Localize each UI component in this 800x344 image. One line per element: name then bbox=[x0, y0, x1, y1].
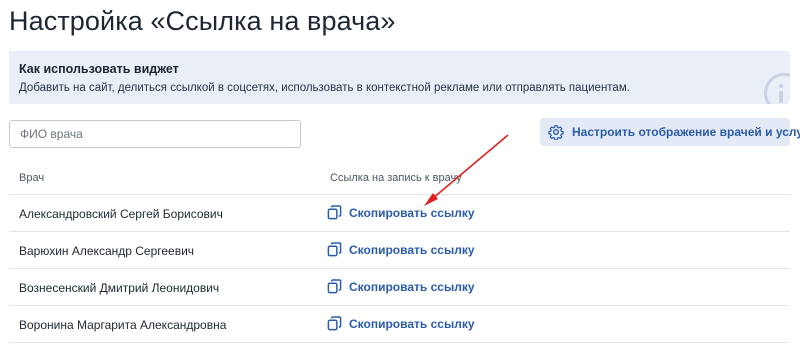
copy-link-button[interactable]: Скопировать ссылку bbox=[327, 205, 475, 220]
gear-icon bbox=[548, 125, 564, 140]
table-row: Воронина Маргарита Александровна Скопиро… bbox=[9, 306, 790, 343]
doctor-search-input[interactable] bbox=[9, 120, 301, 148]
info-banner: Как использовать виджет Добавить на сайт… bbox=[9, 51, 790, 104]
page-title: Настройка «Ссылка на врача» bbox=[9, 6, 396, 36]
configure-display-button[interactable]: Настроить отображение врачей и услуг bbox=[540, 118, 800, 146]
copy-link-label: Скопировать ссылку bbox=[349, 279, 475, 294]
doctor-name: Вознесенский Дмитрий Леонидович bbox=[19, 281, 220, 295]
doctors-table: Врач Ссылка на запись к врачу Александро… bbox=[9, 163, 790, 343]
table-row: Вознесенский Дмитрий Леонидович Скопиров… bbox=[9, 269, 790, 306]
configure-display-button-label: Настроить отображение врачей и услуг bbox=[572, 125, 800, 139]
copy-icon bbox=[327, 316, 342, 331]
info-banner-title: Как использовать виджет bbox=[19, 62, 179, 76]
copy-link-button[interactable]: Скопировать ссылку bbox=[327, 242, 475, 257]
info-banner-text: Добавить на сайт, делиться ссылкой в соц… bbox=[19, 82, 630, 94]
copy-link-label: Скопировать ссылку bbox=[349, 316, 475, 331]
table-row: Варюхин Александр Сергеевич Скопировать … bbox=[9, 232, 790, 269]
table-header: Врач Ссылка на запись к врачу bbox=[9, 163, 790, 195]
copy-icon bbox=[327, 205, 342, 220]
copy-icon bbox=[327, 279, 342, 294]
copy-link-button[interactable]: Скопировать ссылку bbox=[327, 316, 475, 331]
doctor-name: Воронина Маргарита Александровна bbox=[19, 318, 227, 332]
info-icon bbox=[764, 73, 790, 104]
column-header-doctor: Врач bbox=[19, 172, 45, 184]
doctor-name: Александровский Сергей Борисович bbox=[19, 207, 223, 221]
column-header-link: Ссылка на запись к врачу bbox=[330, 172, 462, 184]
table-row: Александровский Сергей Борисович Скопиро… bbox=[9, 195, 790, 232]
copy-link-label: Скопировать ссылку bbox=[349, 242, 475, 257]
doctor-name: Варюхин Александр Сергеевич bbox=[19, 244, 195, 258]
copy-link-button[interactable]: Скопировать ссылку bbox=[327, 279, 475, 294]
copy-link-label: Скопировать ссылку bbox=[349, 205, 475, 220]
copy-icon bbox=[327, 242, 342, 257]
